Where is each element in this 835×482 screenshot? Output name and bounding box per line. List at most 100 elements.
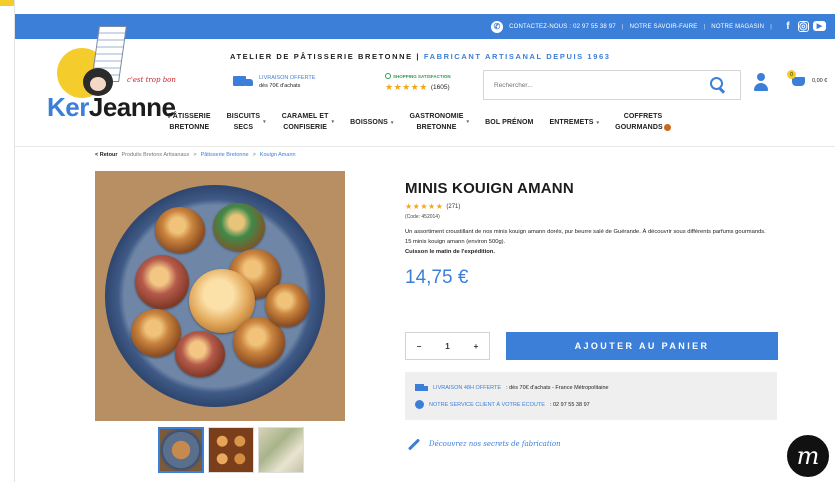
breadcrumb: < Retour Produits Bretons Artisanaux > P… (95, 152, 296, 158)
quantity-decrease-button[interactable]: − (412, 342, 426, 351)
nav-item-label: GASTRONOMIE BRETONNE (410, 112, 464, 134)
breadcrumb-separator: > (193, 152, 197, 158)
chevron-down-icon: ▾ (331, 118, 335, 125)
add-to-cart-button[interactable]: AJOUTER AU PANIER (506, 332, 778, 360)
nav-item-coffrets-gourmands[interactable]: COFFRETS GOURMANDS (607, 112, 679, 134)
cart-total: 0,00 € (812, 78, 828, 84)
facebook-icon[interactable]: f (782, 21, 794, 33)
nav-label-line: SECS (233, 123, 254, 131)
pastry-shape (155, 207, 205, 253)
delivery-info-text: : dès 70€ d'achats - France Métropolitai… (506, 384, 609, 391)
nav-item-patisserie-bretonne[interactable]: PÂTISSERIE BRETONNE (160, 112, 219, 134)
shipping-info-box: LIVRAISON 48H OFFERTE : dès 70€ d'achats… (405, 372, 777, 420)
description-paragraph: Un assortiment croustillant de nos minis… (405, 229, 766, 235)
pastry-shape (175, 331, 225, 377)
description-baking-note: Cuisson le matin de l'expédition. (405, 249, 495, 256)
breadcrumb-item-kouign-amann: Kouign Amann (259, 152, 296, 158)
breadcrumb-item-produits[interactable]: Produits Bretons Artisanaux (121, 152, 189, 158)
pencil-icon (407, 437, 421, 451)
pastry-shape (213, 203, 265, 251)
nav-label-line: PÂTISSERIE (168, 113, 211, 120)
description-quantity: 15 minis kouign amann (environ 500g). (405, 239, 506, 246)
account-icon[interactable] (754, 73, 768, 93)
savoir-faire-link[interactable]: NOTRE SAVOIR-FAIRE (630, 24, 698, 30)
nav-item-boissons[interactable]: BOISSONS ▾ (342, 112, 401, 129)
nav-item-label: BISCUITS SECS (227, 112, 260, 134)
pastry-shape (131, 309, 181, 357)
product-main-image[interactable] (95, 171, 345, 421)
cart-icon: 0 (787, 70, 808, 90)
nav-item-caramel-confiserie[interactable]: CARAMEL ET CONFISERIE ▾ (274, 112, 342, 134)
phone-icon: ✆ (491, 20, 504, 33)
floating-chat-logo[interactable]: m (785, 433, 831, 479)
service-info-link[interactable]: NOTRE SERVICE CLIENT À VOTRE ÉCOUTE (429, 402, 545, 408)
breadcrumb-item-patisserie[interactable]: Pâtisserie Bretonne (201, 152, 249, 158)
nav-item-label: BOISSONS (350, 119, 388, 126)
thumbnail-3[interactable] (258, 427, 304, 473)
search-icon[interactable] (708, 75, 728, 95)
nav-item-gastronomie-bretonne[interactable]: GASTRONOMIE BRETONNE ▾ (402, 112, 478, 134)
thumbnail-1[interactable] (158, 427, 204, 473)
chevron-down-icon: ▾ (263, 118, 266, 125)
star-icons: ★★★★★ (385, 82, 428, 92)
nav-label-line: CARAMEL ET (281, 113, 329, 120)
divider: | (621, 23, 624, 30)
logo-brand-name: KerJeanne (47, 92, 176, 122)
youtube-icon[interactable]: ▶ (813, 20, 826, 31)
nav-label-line: BRETONNE (416, 123, 457, 131)
thumbnail-2[interactable] (208, 427, 254, 473)
star-icons: ★★★★★ (405, 202, 444, 211)
shopping-satisfaction-rating[interactable]: SHOPPING SATISFACTION ★★★★★ (1605) (385, 73, 451, 93)
service-info-text: : 02 97 55 38 97 (549, 401, 590, 408)
product-title: MINIS KOUIGN AMANN (405, 180, 574, 197)
nav-item-label: PÂTISSERIE BRETONNE (168, 112, 211, 134)
delivery-info-row: LIVRAISON 48H OFFERTE : dès 70€ d'achats… (415, 379, 767, 396)
nav-item-label: ENTREMETS (549, 119, 594, 126)
pastry-shape (135, 255, 189, 309)
nav-item-bol-prenom[interactable]: BOL PRÉNOM (477, 112, 541, 129)
back-link[interactable]: < Retour (95, 152, 117, 158)
nav-label-line: CONFISERIE (283, 123, 328, 131)
free-delivery-banner: LIVRAISON OFFERTE dès 70€ d'achats (233, 74, 315, 91)
truck-icon (415, 383, 428, 392)
quantity-stepper: − 1 + (405, 332, 490, 360)
cart-count-badge: 0 (787, 70, 796, 79)
truck-icon (233, 75, 253, 89)
review-count: (271) (446, 203, 461, 210)
rating-row: ★★★★★ (1605) (385, 82, 451, 93)
delivery-line-1: LIVRAISON OFFERTE (259, 75, 316, 81)
cart-button[interactable]: 0 0,00 € (787, 70, 828, 90)
atelier-prefix: ATELIER DE PÂTISSERIE BRETONNE | (230, 52, 421, 61)
nav-item-entremets[interactable]: ENTREMETS ▾ (541, 112, 607, 129)
product-rating[interactable]: ★★★★★ (271) (405, 202, 785, 211)
nav-label-line: BISCUITS (226, 113, 261, 120)
shopping-label-text: SHOPPING SATISFACTION (393, 73, 451, 79)
nav-item-label: CARAMEL ET CONFISERIE (282, 112, 329, 134)
product-code: (Code: 452014) (405, 214, 440, 220)
social-links: f ◎ ▶ (782, 20, 826, 33)
delivery-text: LIVRAISON OFFERTE dès 70€ d'achats (259, 74, 315, 91)
instagram-icon[interactable]: ◎ (798, 20, 809, 32)
logo-brand-ker: Ker (47, 92, 89, 122)
secrets-link-text: Découvrez nos secrets de fabrication (429, 440, 561, 448)
delivery-line-2: dès 70€ d'achats (259, 83, 301, 90)
secrets-link[interactable]: Découvrez nos secrets de fabrication (407, 437, 561, 451)
headset-icon (415, 400, 424, 409)
site-logo[interactable]: c'est trop bon KerJeanne (33, 18, 203, 120)
main-nav: PÂTISSERIE BRETONNE BISCUITS SECS ▾ CARAME… (160, 112, 679, 134)
quantity-increase-button[interactable]: + (469, 342, 483, 351)
nav-item-biscuits-secs[interactable]: BISCUITS SECS ▾ (219, 112, 274, 134)
contact-link[interactable]: CONTACTEZ-NOUS : 02 97 55 38 97 (509, 24, 616, 30)
nav-label-line-text: GOURMANDS (615, 123, 663, 131)
logo-tagline: c'est trop bon (127, 76, 176, 84)
nav-item-label: COFFRETS GOURMANDS (615, 112, 671, 134)
delivery-info-link[interactable]: LIVRAISON 48H OFFERTE (433, 385, 501, 391)
quantity-value[interactable]: 1 (445, 342, 449, 351)
magasin-link[interactable]: NOTRE MAGASIN (711, 24, 764, 30)
search-input[interactable] (494, 81, 708, 89)
atelier-suffix: FABRICANT ARTISANAL DEPUIS 1963 (423, 52, 611, 61)
chevron-down-icon: ▾ (466, 118, 470, 125)
nav-label-line: GOURMANDS (615, 123, 671, 134)
pastry-shape (265, 283, 309, 327)
rating-count: (1605) (430, 84, 450, 91)
